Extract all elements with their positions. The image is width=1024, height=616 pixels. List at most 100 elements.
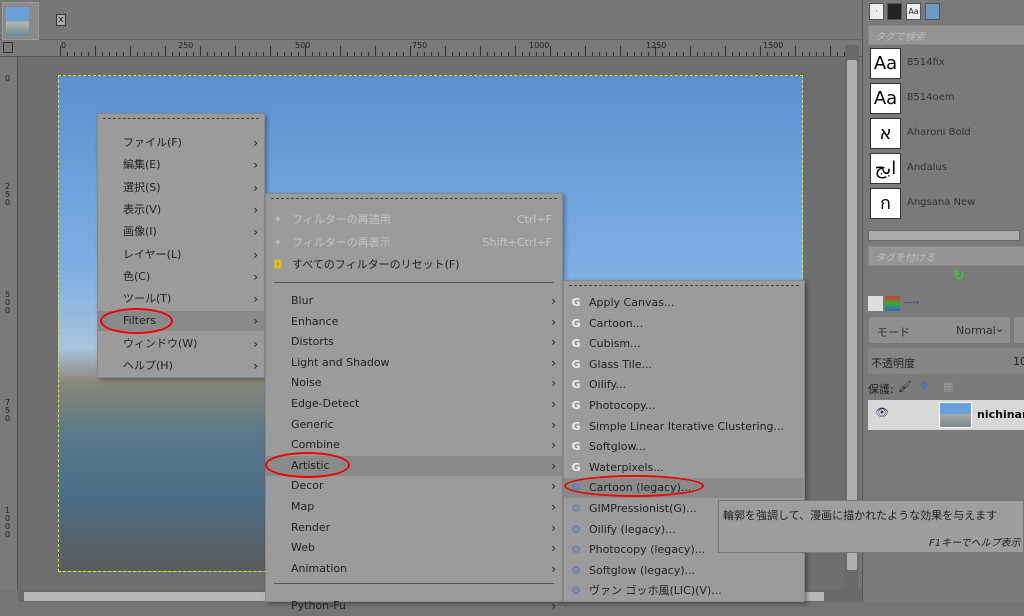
menu-item-label: Light and Shadow	[291, 355, 390, 369]
menu-item-label: Web	[291, 541, 315, 555]
ruler-tick	[242, 52, 243, 56]
menu-item-apply-canvas[interactable]: G Apply Canvas...	[564, 293, 804, 313]
image-tab[interactable]	[2, 2, 39, 40]
menu-item-softglow-legacy[interactable]: ⚙ Softglow (legacy)...	[564, 561, 804, 581]
refresh-icon[interactable]: ↻	[953, 268, 965, 284]
ruler-tick	[704, 52, 705, 56]
opacity-slider[interactable]: 不透明度 100	[868, 348, 1024, 374]
tooltip-text: 輪郭を強調して、漫画に描かれたような効果を与えます	[723, 509, 998, 522]
ruler-tick	[424, 52, 425, 56]
menu-item-softglow[interactable]: G Softglow...	[564, 437, 804, 457]
lock-pixels-icon[interactable]: 🖌	[898, 380, 912, 393]
ruler-tick	[697, 52, 698, 56]
menu-item-simple-linear-iterative-clustering[interactable]: G Simple Linear Iterative Clustering...	[564, 417, 804, 437]
menu-item-render[interactable]: Render ›	[266, 518, 562, 538]
font-item[interactable]: א Aharoni Bold	[870, 118, 1024, 152]
chevron-right-icon: ›	[551, 599, 556, 613]
menu-item-noise[interactable]: Noise ›	[266, 373, 562, 393]
ruler-tick	[788, 52, 789, 56]
menu-item-i[interactable]: 画像(I) ›	[98, 222, 264, 242]
menu-item-label: Photocopy...	[589, 399, 656, 412]
menu-item-label: Softglow...	[589, 440, 646, 454]
menu-item-w[interactable]: ウィンドウ(W) ›	[98, 334, 264, 354]
menu-item-label: Animation	[291, 561, 348, 575]
menu-item-l[interactable]: レイヤー(L) ›	[98, 245, 264, 265]
menu-item-light-and-shadow[interactable]: Light and Shadow ›	[266, 353, 562, 373]
lock-position-icon[interactable]: ✥	[920, 379, 929, 392]
gegl-icon: G	[571, 399, 581, 412]
tag-input[interactable]: タグを付ける	[868, 246, 1024, 266]
ruler-origin-icon[interactable]	[3, 42, 13, 53]
ruler-tick	[270, 46, 271, 56]
ruler-tick	[802, 52, 803, 56]
menu-item-web[interactable]: Web ›	[266, 538, 562, 558]
menu-item-label: 色(C)	[123, 269, 151, 283]
close-tab-icon[interactable]: x	[56, 14, 66, 26]
menu-item-s[interactable]: 選択(S) ›	[98, 178, 264, 198]
ruler-tick	[431, 52, 432, 56]
font-item[interactable]: ก Angsana New	[870, 188, 1024, 222]
menu-item-v[interactable]: 表示(V) ›	[98, 200, 264, 220]
paths-tab-icon[interactable]: ⟿	[904, 296, 920, 311]
menu-item-label: 画像(I)	[123, 225, 157, 239]
menu-item-python-fu[interactable]: Python-Fu ›	[266, 596, 562, 616]
chevron-right-icon: ›	[551, 541, 556, 556]
images-tab-icon[interactable]	[925, 3, 940, 20]
chevron-right-icon: ›	[253, 136, 258, 150]
brush-tab-icon[interactable]: ·	[869, 3, 884, 20]
lock-alpha-icon[interactable]: ▦	[943, 380, 953, 393]
image-tabs-bar: x	[0, 0, 862, 40]
layer-row[interactable]: 👁 nichinan0	[868, 400, 1024, 430]
ruler-tick	[536, 52, 537, 56]
menu-item-h[interactable]: ヘルプ(H) ›	[98, 356, 264, 376]
menu-item-animation[interactable]: Animation ›	[266, 559, 562, 579]
font-list-scrollbar[interactable]	[868, 230, 1020, 241]
menu-item-photocopy[interactable]: G Photocopy...	[564, 396, 804, 416]
menu-item-label: GIMPressionist(G)...	[589, 502, 697, 515]
menu-item-waterpixels[interactable]: G Waterpixels...	[564, 458, 804, 478]
menu-item-oilify[interactable]: G Oilify...	[564, 375, 804, 395]
artistic-submenu: G Apply Canvas... G Cartoon... G Cubism... G Gl…	[563, 280, 805, 602]
ruler-label: 500	[295, 41, 311, 50]
mode-select[interactable]: モード Normal ⌄	[868, 316, 1011, 344]
pattern-tab-icon[interactable]	[887, 3, 902, 20]
menu-item-map[interactable]: Map ›	[266, 497, 562, 517]
menu-item-c[interactable]: 色(C) ›	[98, 267, 264, 287]
menu-item-glass-tile[interactable]: G Glass Tile...	[564, 355, 804, 375]
menu-item-item[interactable]: ✦ フィルターの再適用 Ctrl+F	[266, 210, 562, 230]
menu-item-t[interactable]: ツール(T) ›	[98, 289, 264, 309]
chevron-right-icon: ›	[253, 180, 258, 195]
menu-item-lic-v[interactable]: ⚙ ヴァン ゴッホ風(LIC)(V)...	[564, 581, 804, 601]
font-item[interactable]: ابج Andalus	[870, 153, 1024, 187]
tag-search-input[interactable]: タグで検索	[868, 25, 1024, 45]
ruler-tick	[760, 46, 761, 56]
menu-item-f[interactable]: ◘ すべてのフィルターのリセット(F)	[266, 255, 562, 275]
menu-item-enhance[interactable]: Enhance ›	[266, 312, 562, 332]
mode-label: モード	[877, 326, 910, 339]
chevron-right-icon: ›	[551, 520, 556, 535]
mode-switch-icon[interactable]	[1013, 316, 1024, 344]
visibility-eye-icon[interactable]: 👁	[875, 406, 889, 419]
ruler-tick	[417, 52, 418, 56]
ruler-tick	[585, 46, 586, 56]
menu-item-generic[interactable]: Generic ›	[266, 415, 562, 435]
channels-tab-icon[interactable]	[885, 296, 900, 311]
fonts-tab-icon[interactable]: Aa	[906, 3, 921, 20]
ruler-tick	[81, 52, 82, 56]
menu-item-cartoon[interactable]: G Cartoon...	[564, 314, 804, 334]
menu-item-edge-detect[interactable]: Edge-Detect ›	[266, 394, 562, 414]
font-item[interactable]: Aa 8514oem	[870, 83, 1024, 117]
menu-item-blur[interactable]: Blur ›	[266, 291, 562, 311]
menu-item-label: フィルターの再適用	[292, 213, 391, 226]
menu-item-decor[interactable]: Decor ›	[266, 476, 562, 496]
ruler-label: 1250	[646, 41, 667, 50]
menu-item-f[interactable]: ファイル(F) ›	[98, 133, 264, 153]
menu-item-item[interactable]: ✦ フィルターの再表示 Shift+Ctrl+F	[266, 233, 562, 253]
menu-item-distorts[interactable]: Distorts ›	[266, 332, 562, 352]
menu-item-cubism[interactable]: G Cubism...	[564, 334, 804, 354]
menu-item-e[interactable]: 編集(E) ›	[98, 155, 264, 175]
ruler-tick	[557, 52, 558, 56]
chevron-right-icon: ›	[253, 269, 258, 284]
font-item[interactable]: Aa 8514fix	[870, 48, 1024, 82]
layers-tab-icon[interactable]	[868, 296, 883, 311]
